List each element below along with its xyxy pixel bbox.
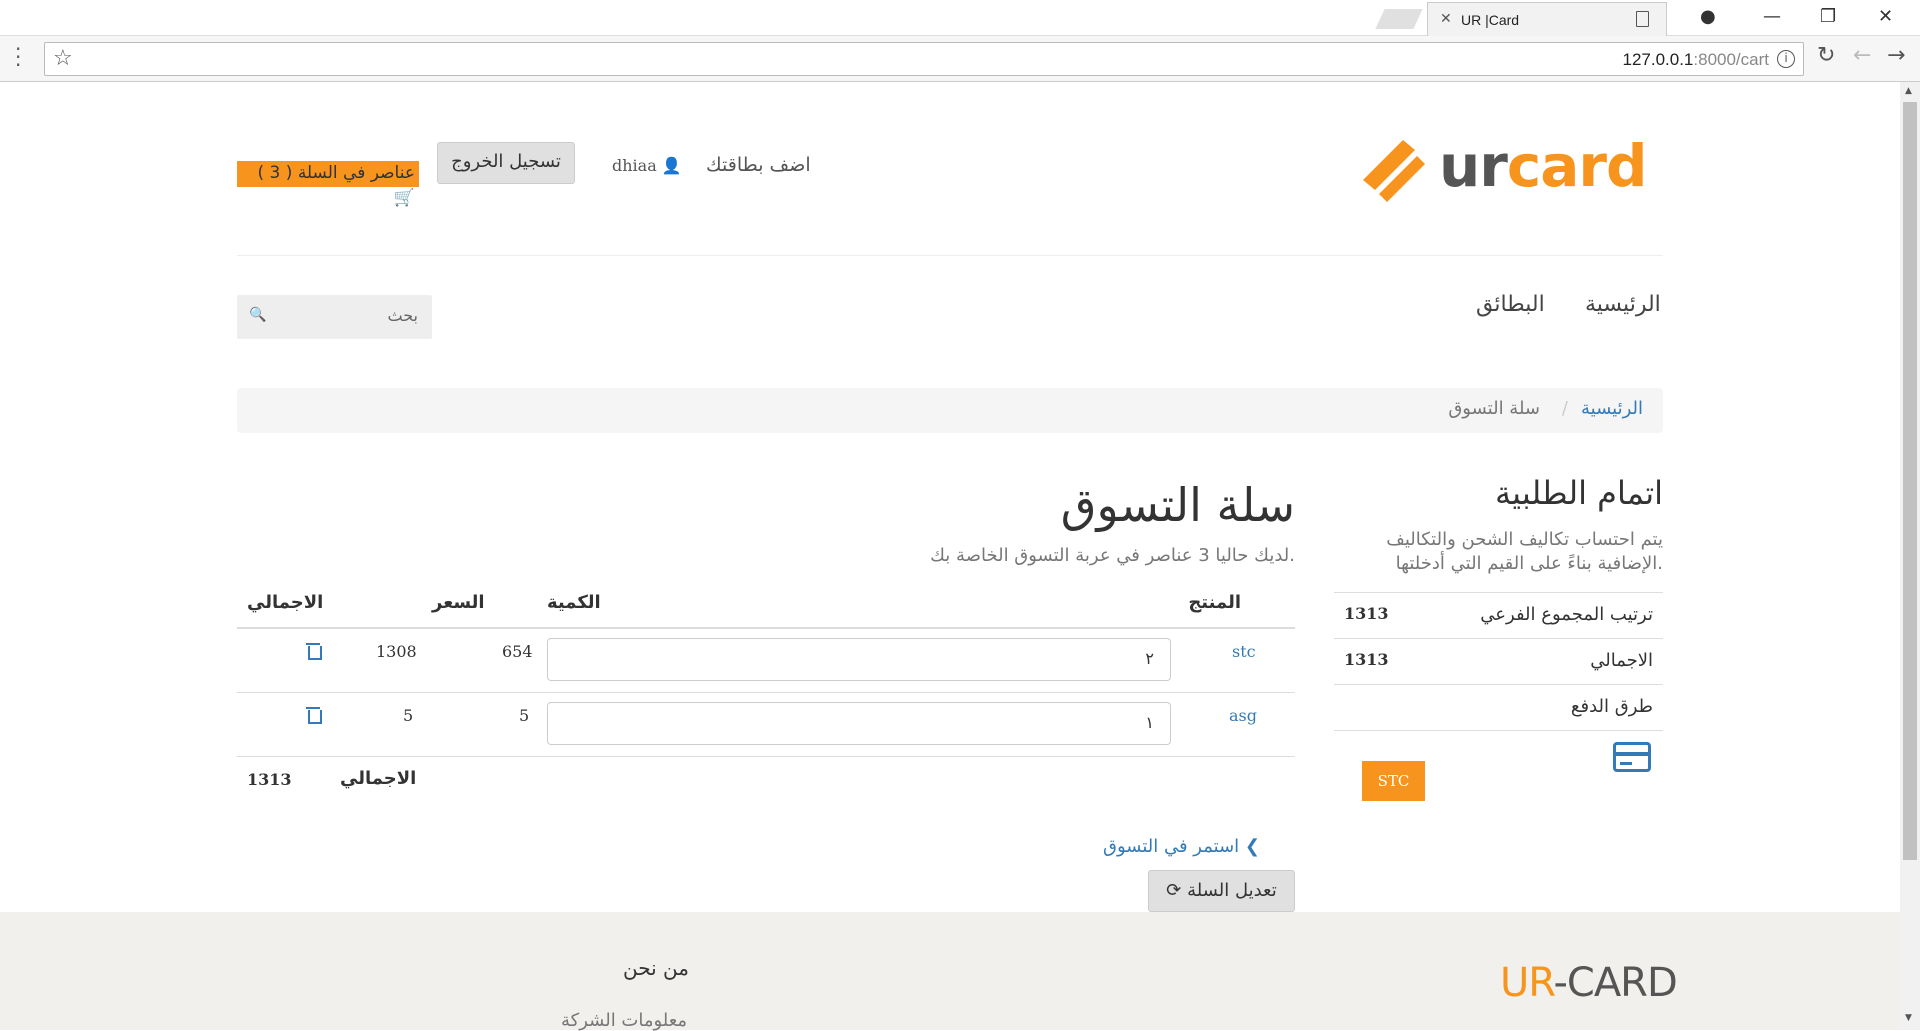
- page-content: urcard اضف بطاقتك dhiaa 👤 تسجيل الخروج (…: [0, 82, 1900, 1031]
- stc-payment-button[interactable]: STC: [1362, 761, 1425, 801]
- product-link[interactable]: stc: [1232, 642, 1256, 661]
- footer-company-info-link[interactable]: معلومات الشركة: [561, 1010, 687, 1031]
- search-input[interactable]: بحث 🔍: [237, 295, 432, 339]
- total-value: 1313: [1344, 650, 1389, 669]
- search-icon[interactable]: 🔍: [249, 307, 266, 323]
- footer-logo-ur: UR: [1500, 960, 1554, 1006]
- tab-title: UR |Card: [1461, 12, 1520, 28]
- forward-icon[interactable]: →: [1887, 43, 1905, 68]
- update-cart-button[interactable]: ⟳ تعديل السلة: [1148, 870, 1295, 912]
- price-value: 5: [519, 706, 530, 725]
- footer-logo: UR-CARD: [1500, 960, 1678, 1006]
- subtotal-label: ترتيب المجموع الفرعي: [1480, 604, 1653, 625]
- browser-tab[interactable]: ✕ UR |Card: [1427, 2, 1667, 36]
- url-text: 127.0.0.1:8000/cart: [1622, 50, 1769, 69]
- total-label: الاجمالي: [1590, 650, 1653, 671]
- col-quantity: الكمية: [547, 592, 601, 613]
- subtotal-value: 1313: [1344, 604, 1389, 623]
- col-price: السعر: [432, 592, 485, 613]
- user-link[interactable]: dhiaa 👤: [612, 156, 682, 175]
- close-tab-icon[interactable]: ✕: [1440, 11, 1452, 27]
- cart-icon: 🛒: [393, 188, 415, 208]
- payment-label: طرق الدفع: [1570, 696, 1653, 717]
- footer-about-title: من نحن: [623, 956, 689, 980]
- price-value: 654: [502, 642, 533, 661]
- chevron-left-icon: ❮: [1244, 836, 1260, 857]
- table-header-line: [237, 627, 1295, 629]
- profile-icon[interactable]: ●: [1700, 6, 1716, 27]
- breadcrumb: الرئيسية / سلة التسوق: [237, 388, 1663, 433]
- site-info-icon[interactable]: i: [1777, 50, 1795, 68]
- restore-icon[interactable]: ❐: [1820, 6, 1836, 27]
- payment-divider: [1334, 730, 1663, 731]
- bookmark-star-icon[interactable]: ☆: [53, 46, 73, 71]
- logout-button[interactable]: تسجيل الخروج: [437, 142, 575, 184]
- trash-icon[interactable]: [306, 642, 322, 660]
- checkout-title: اتمام الطلبية: [1495, 474, 1663, 512]
- grand-total-value: 1313: [247, 770, 292, 789]
- row-total-value: 5: [403, 706, 414, 725]
- update-cart-label: تعديل السلة: [1187, 880, 1277, 901]
- close-window-icon[interactable]: ✕: [1878, 6, 1893, 27]
- nav-cards[interactable]: البطائق: [1476, 292, 1545, 317]
- new-tab-button[interactable]: [1375, 9, 1423, 29]
- product-link[interactable]: asg: [1229, 706, 1257, 725]
- footer-logo-dash: -: [1553, 960, 1567, 1006]
- scroll-down-icon[interactable]: ▼: [1905, 1013, 1912, 1023]
- cart-subtitle: لديك حاليا 3 عناصر في عربة التسوق الخاصة…: [930, 545, 1295, 566]
- browser-tabstrip: ✕ UR |Card ● — ❐ ✕: [0, 0, 1920, 36]
- browser-menu-icon[interactable]: · · ·: [15, 39, 21, 75]
- continue-shopping-link[interactable]: استمر في التسوق ❮: [1103, 836, 1260, 857]
- breadcrumb-current: سلة التسوق: [1448, 398, 1540, 419]
- logo-mark-icon: [1363, 140, 1425, 202]
- trash-icon[interactable]: [306, 706, 322, 724]
- user-icon: 👤: [661, 156, 682, 175]
- username: dhiaa: [612, 156, 657, 175]
- header-divider: [237, 255, 1663, 256]
- footer-logo-card: CARD: [1566, 960, 1678, 1006]
- cart-title: سلة التسوق: [1060, 478, 1295, 532]
- payment-row: طرق الدفع: [1334, 684, 1663, 730]
- breadcrumb-home[interactable]: الرئيسية: [1581, 398, 1643, 419]
- total-row: الاجمالي 1313: [1334, 638, 1663, 684]
- footer: UR-CARD من نحن معلومات الشركة: [0, 912, 1900, 1031]
- cart-badge-button[interactable]: ( 3 ) عناصر في السلة 🛒: [237, 161, 419, 208]
- browser-toolbar: ☆ 127.0.0.1:8000/cart i: [0, 36, 1920, 82]
- logo-wordmark: urcard: [1439, 132, 1648, 200]
- add-card-link[interactable]: اضف بطاقتك: [706, 154, 811, 176]
- grand-total-label: الاجمالي: [340, 768, 417, 789]
- checkout-description: يتم احتساب تكاليف الشحن والتكاليف الإضاف…: [1386, 529, 1663, 574]
- reload-icon[interactable]: ↻: [1817, 43, 1835, 68]
- refresh-icon: ⟳: [1166, 880, 1182, 901]
- subtotal-row: ترتيب المجموع الفرعي 1313: [1334, 592, 1663, 638]
- quantity-input[interactable]: ١: [547, 702, 1171, 745]
- row-divider: [237, 692, 1295, 693]
- breadcrumb-separator: /: [1561, 398, 1568, 419]
- scrollbar-thumb[interactable]: [1903, 102, 1917, 860]
- scroll-up-icon[interactable]: ▲: [1905, 86, 1912, 96]
- document-icon: [1636, 11, 1649, 27]
- col-total: الاجمالي: [247, 592, 324, 613]
- address-bar[interactable]: ☆ 127.0.0.1:8000/cart i: [44, 42, 1804, 76]
- minimize-icon[interactable]: —: [1763, 6, 1781, 27]
- col-product: المنتج: [1188, 592, 1241, 613]
- continue-shopping-label: استمر في التسوق: [1103, 836, 1240, 857]
- cart-badge-label: ( 3 ) عناصر في السلة: [257, 163, 415, 183]
- row-divider: [237, 756, 1295, 757]
- credit-card-icon[interactable]: [1613, 742, 1651, 772]
- row-total-value: 1308: [376, 642, 417, 661]
- quantity-input[interactable]: ٢: [547, 638, 1171, 681]
- nav-home[interactable]: الرئيسية: [1585, 292, 1661, 317]
- back-icon[interactable]: ←: [1853, 43, 1871, 68]
- urcard-logo[interactable]: urcard: [1355, 128, 1655, 208]
- search-placeholder: بحث: [387, 306, 419, 325]
